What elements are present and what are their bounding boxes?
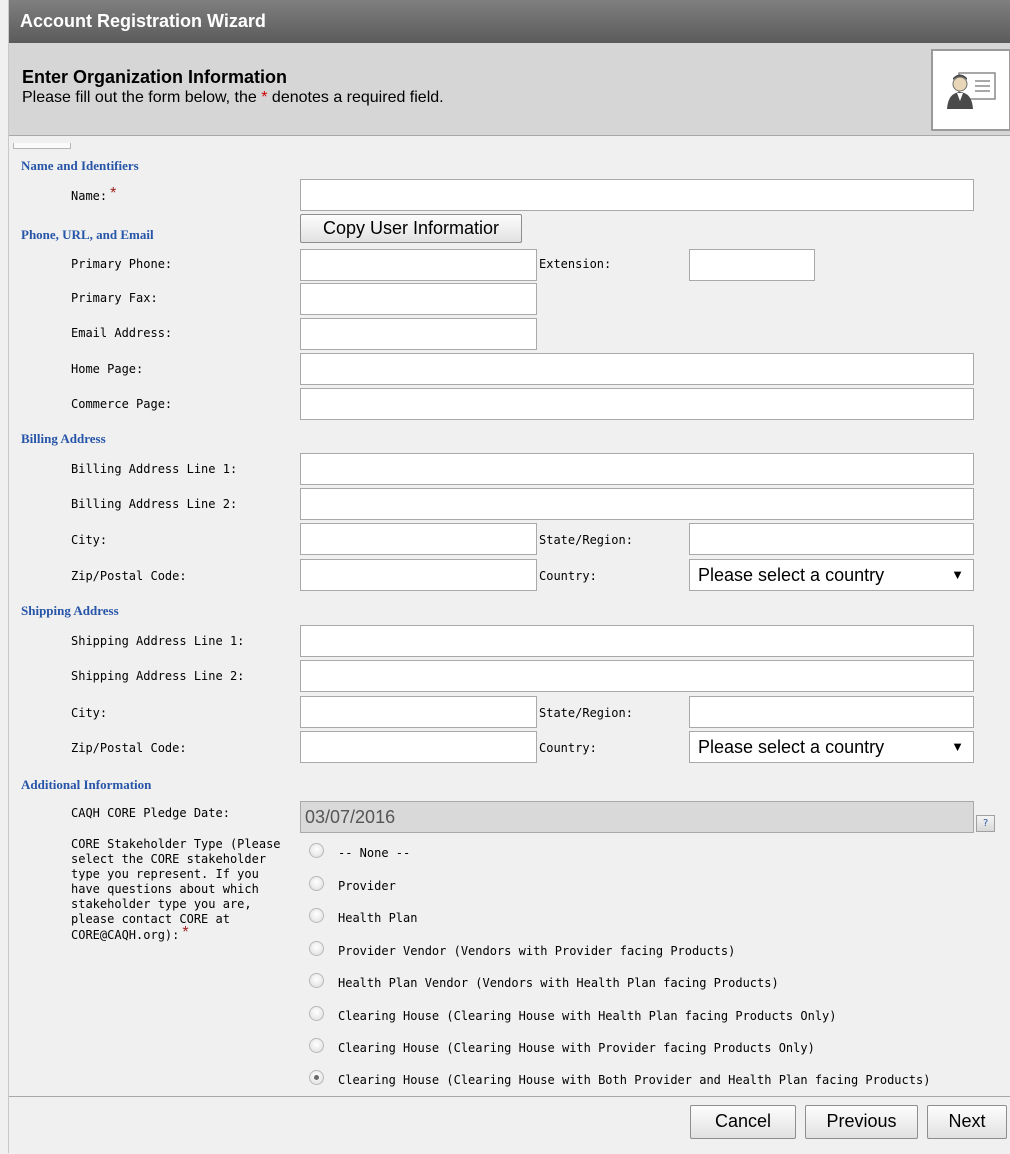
billing-state-label: State/Region:	[539, 533, 633, 547]
stakeholder-type-text: CORE Stakeholder Type (Please select the…	[71, 837, 281, 942]
email-label: Email Address:	[71, 326, 173, 340]
billing-line1-input[interactable]	[300, 453, 974, 485]
radio-button[interactable]	[309, 843, 324, 858]
shipping-zip-label: Zip/Postal Code:	[71, 741, 187, 755]
shipping-line1-label: Shipping Address Line 1:	[71, 634, 245, 648]
primary-fax-input[interactable]	[300, 283, 537, 315]
shipping-state-label: State/Region:	[539, 706, 633, 720]
billing-zip-label: Zip/Postal Code:	[71, 569, 187, 583]
wizard-window: Account Registration Wizard Enter Organi…	[8, 0, 1010, 1154]
stakeholder-option-label: Provider	[338, 879, 396, 893]
section-name-identifiers: Name and Identifiers	[21, 158, 139, 173]
stakeholder-option-label: Health Plan Vendor (Vendors with Health …	[338, 976, 779, 990]
primary-phone-input[interactable]	[300, 249, 537, 281]
radio-button[interactable]	[309, 876, 324, 891]
name-label: Name: *	[71, 185, 117, 205]
shipping-line1-input[interactable]	[300, 625, 974, 657]
shipping-country-value: Please select a country	[698, 737, 885, 757]
commerce-page-input[interactable]	[300, 388, 974, 420]
billing-country-value: Please select a country	[698, 565, 885, 585]
stakeholder-option-label: Provider Vendor (Vendors with Provider f…	[338, 944, 736, 958]
copy-user-info-button[interactable]: Copy User Informatior	[300, 214, 522, 243]
billing-city-label: City:	[71, 533, 108, 547]
shipping-city-label: City:	[71, 706, 108, 720]
stakeholder-type-label: CORE Stakeholder Type (Please select the…	[71, 837, 286, 943]
required-star: *	[182, 924, 189, 941]
page-title: Enter Organization Information	[22, 67, 288, 87]
radio-button[interactable]	[309, 908, 324, 923]
radio-button[interactable]	[309, 973, 324, 988]
help-icon[interactable]: ?	[976, 815, 995, 832]
wizard-header: Enter Organization Information Please fi…	[9, 43, 1010, 136]
shipping-state-input[interactable]	[689, 696, 974, 728]
wizard-titlebar: Account Registration Wizard	[9, 0, 1010, 43]
shipping-country-select[interactable]: Please select a country ▼	[689, 731, 974, 763]
name-input[interactable]	[300, 179, 974, 211]
extension-input[interactable]	[689, 249, 815, 281]
primary-fax-label: Primary Fax:	[71, 291, 158, 305]
stakeholder-option-label: Clearing House (Clearing House with Heal…	[338, 1009, 837, 1023]
radio-selected-dot	[314, 1075, 319, 1080]
chevron-down-icon: ▼	[951, 567, 964, 582]
section-shipping-address: Shipping Address	[21, 603, 119, 618]
section-additional-info: Additional Information	[21, 777, 152, 792]
home-page-label: Home Page:	[71, 362, 144, 376]
name-label-text: Name:	[71, 189, 108, 203]
page-subtitle: Please fill out the form below, the * de…	[22, 89, 444, 107]
user-card-icon	[931, 49, 1010, 131]
cancel-button[interactable]: Cancel	[690, 1105, 796, 1139]
stakeholder-option-label: Clearing House (Clearing House with Both…	[338, 1073, 931, 1087]
billing-line1-label: Billing Address Line 1:	[71, 462, 238, 476]
billing-line2-input[interactable]	[300, 488, 974, 520]
stakeholder-option-label: Health Plan	[338, 911, 418, 925]
subtitle-text-start: Please fill out the form below, the	[22, 89, 262, 106]
billing-state-input[interactable]	[689, 523, 974, 555]
extension-label: Extension:	[539, 257, 612, 271]
pledge-date-label: CAQH CORE Pledge Date:	[71, 806, 230, 820]
collapse-tab[interactable]	[13, 143, 71, 149]
home-page-input[interactable]	[300, 353, 974, 385]
shipping-line2-label: Shipping Address Line 2:	[71, 669, 245, 683]
shipping-country-label: Country:	[539, 741, 597, 755]
billing-country-label: Country:	[539, 569, 597, 583]
radio-button[interactable]	[309, 1070, 324, 1085]
required-star: *	[110, 185, 117, 202]
section-phone-url-email: Phone, URL, and Email	[21, 227, 154, 242]
wizard-footer: Cancel Previous Next	[9, 1096, 1010, 1154]
commerce-page-label: Commerce Page:	[71, 397, 173, 411]
stakeholder-option-label: Clearing House (Clearing House with Prov…	[338, 1041, 815, 1055]
stakeholder-option-label: -- None --	[338, 846, 411, 860]
billing-city-input[interactable]	[300, 523, 537, 555]
billing-zip-input[interactable]	[300, 559, 537, 591]
email-input[interactable]	[300, 318, 537, 350]
billing-country-select[interactable]: Please select a country ▼	[689, 559, 974, 591]
shipping-city-input[interactable]	[300, 696, 537, 728]
chevron-down-icon: ▼	[951, 739, 964, 754]
shipping-zip-input[interactable]	[300, 731, 537, 763]
primary-phone-label: Primary Phone:	[71, 257, 173, 271]
radio-button[interactable]	[309, 1038, 324, 1053]
previous-button[interactable]: Previous	[805, 1105, 918, 1139]
pledge-date-field: 03/07/2016	[300, 801, 974, 833]
radio-button[interactable]	[309, 1006, 324, 1021]
billing-line2-label: Billing Address Line 2:	[71, 497, 238, 511]
subtitle-text-end: denotes a required field.	[267, 89, 444, 106]
radio-button[interactable]	[309, 941, 324, 956]
next-button[interactable]: Next	[927, 1105, 1007, 1139]
section-billing-address: Billing Address	[21, 431, 106, 446]
shipping-line2-input[interactable]	[300, 660, 974, 692]
